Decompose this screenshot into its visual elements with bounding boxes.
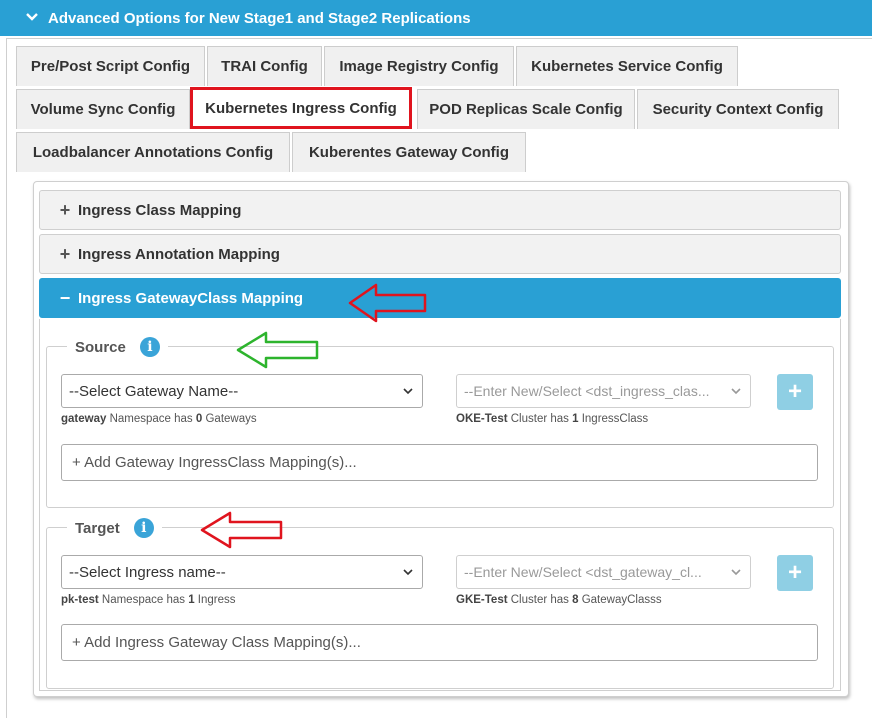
accordion-ingress-annotation-mapping[interactable]: + Ingress Annotation Mapping bbox=[39, 234, 841, 274]
chevron-down-icon bbox=[403, 388, 413, 395]
target-cluster-note: GKE-Test Cluster has 8 GatewayClasss bbox=[456, 594, 662, 606]
red-arrow-annotation bbox=[348, 283, 427, 323]
accordion-ingress-gatewayclass-mapping[interactable]: − Ingress GatewayClass Mapping bbox=[39, 278, 841, 318]
tab-volume-sync-config[interactable]: Volume Sync Config bbox=[16, 89, 190, 129]
target-fieldset bbox=[46, 527, 834, 689]
add-target-mapping-button[interactable]: + bbox=[777, 555, 813, 591]
target-namespace-note: pk-test Namespace has 1 Ingress bbox=[61, 594, 236, 606]
accordion-ingress-class-mapping[interactable]: + Ingress Class Mapping bbox=[39, 190, 841, 230]
plus-icon: + bbox=[59, 243, 71, 264]
info-icon[interactable]: i bbox=[133, 518, 154, 538]
minus-icon: − bbox=[59, 287, 71, 308]
accordion-label: Ingress GatewayClass Mapping bbox=[78, 289, 304, 307]
tab-security-context-config[interactable]: Security Context Config bbox=[637, 89, 839, 129]
red-arrow-annotation bbox=[200, 511, 283, 549]
chevron-down-icon bbox=[26, 13, 38, 21]
select-ingress-name[interactable]: --Select Ingress name-- bbox=[61, 555, 423, 589]
tab-trai-config[interactable]: TRAI Config bbox=[207, 46, 322, 86]
tab-pre-post-script-config[interactable]: Pre/Post Script Config bbox=[16, 46, 205, 86]
target-legend: Target i bbox=[67, 517, 162, 539]
tab-loadbalancer-annotations-config[interactable]: Loadbalancer Annotations Config bbox=[16, 132, 290, 172]
chevron-down-icon bbox=[731, 569, 741, 576]
tab-kubernetes-service-config[interactable]: Kubernetes Service Config bbox=[516, 46, 738, 86]
chevron-down-icon bbox=[731, 388, 741, 395]
source-label: Source bbox=[75, 338, 126, 356]
add-gateway-ingressclass-mapping-input[interactable]: + Add Gateway IngressClass Mapping(s)... bbox=[61, 444, 818, 481]
select-value: --Enter New/Select <dst_gateway_cl... bbox=[464, 564, 702, 580]
add-ingress-gateway-class-mapping-input[interactable]: + Add Ingress Gateway Class Mapping(s)..… bbox=[61, 624, 818, 661]
tab-kubernetes-ingress-config[interactable]: Kubernetes Ingress Config bbox=[190, 87, 412, 129]
source-legend: Source i bbox=[67, 336, 168, 358]
tab-kuberentes-gateway-config[interactable]: Kuberentes Gateway Config bbox=[292, 132, 526, 172]
advanced-options-header[interactable]: Advanced Options for New Stage1 and Stag… bbox=[0, 0, 872, 36]
source-fieldset bbox=[46, 346, 834, 508]
header-title: Advanced Options for New Stage1 and Stag… bbox=[48, 9, 471, 27]
select-value: --Select Ingress name-- bbox=[69, 563, 226, 581]
tab-pod-replicas-scale-config[interactable]: POD Replicas Scale Config bbox=[417, 89, 635, 129]
green-arrow-annotation bbox=[236, 331, 319, 369]
source-cluster-note: OKE-Test Cluster has 1 IngressClass bbox=[456, 413, 649, 425]
chevron-down-icon bbox=[403, 569, 413, 576]
select-gateway-name[interactable]: --Select Gateway Name-- bbox=[61, 374, 423, 408]
select-dst-gateway-class[interactable]: --Enter New/Select <dst_gateway_cl... bbox=[456, 555, 751, 589]
accordion-label: Ingress Annotation Mapping bbox=[78, 245, 280, 263]
source-namespace-note: gateway Namespace has 0 Gateways bbox=[61, 413, 257, 425]
info-icon[interactable]: i bbox=[139, 337, 160, 357]
add-source-mapping-button[interactable]: + bbox=[777, 374, 813, 410]
target-label: Target bbox=[75, 519, 120, 537]
tab-image-registry-config[interactable]: Image Registry Config bbox=[324, 46, 514, 86]
plus-icon: + bbox=[59, 199, 71, 220]
accordion-label: Ingress Class Mapping bbox=[78, 201, 242, 219]
select-value: --Select Gateway Name-- bbox=[69, 382, 239, 400]
select-dst-ingress-class[interactable]: --Enter New/Select <dst_ingress_clas... bbox=[456, 374, 751, 408]
select-value: --Enter New/Select <dst_ingress_clas... bbox=[464, 383, 710, 399]
